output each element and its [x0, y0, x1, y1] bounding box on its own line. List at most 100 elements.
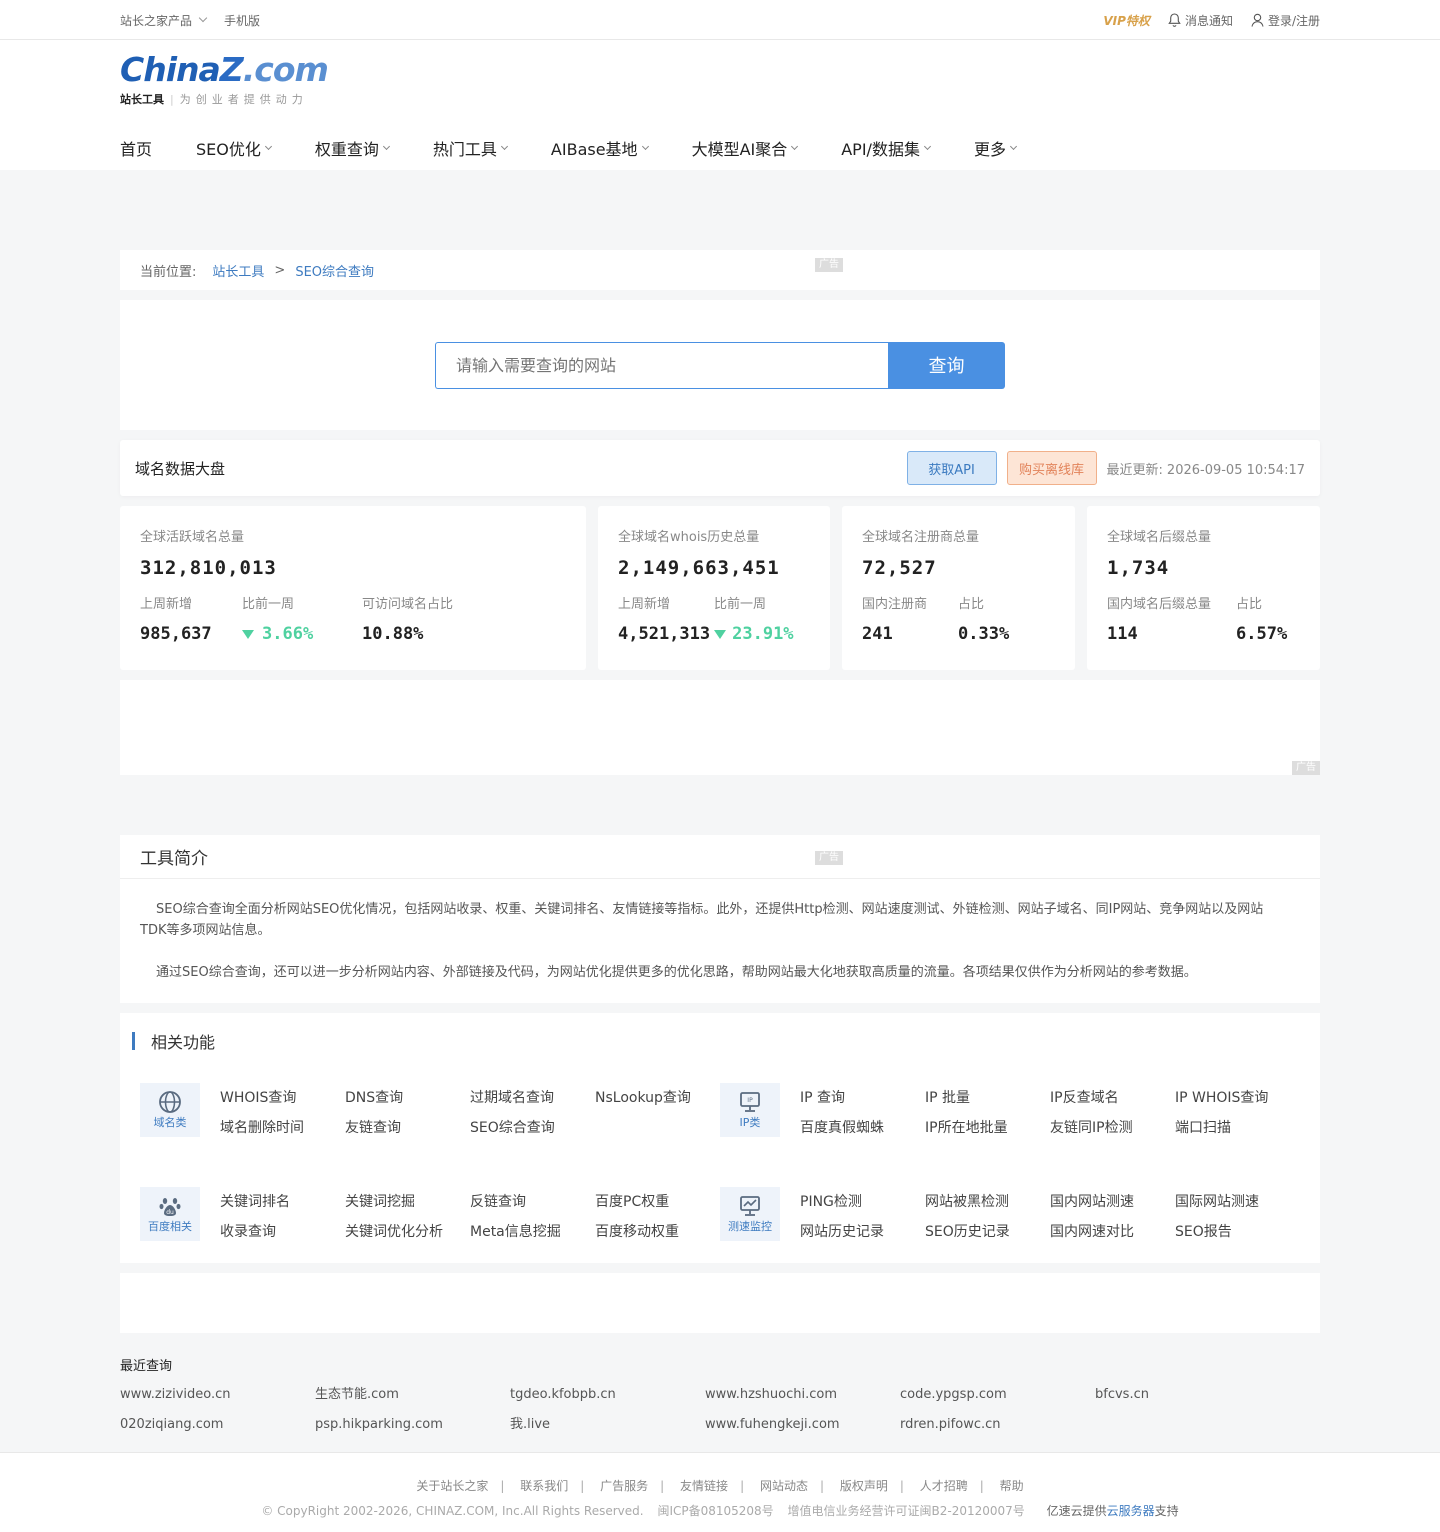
notify-label: 消息通知: [1184, 13, 1233, 28]
ad-banner[interactable]: 广告: [120, 680, 1320, 775]
related-link[interactable]: 百度移动权重: [595, 1217, 720, 1247]
related-link[interactable]: 友链查询: [345, 1113, 470, 1143]
related-link[interactable]: 百度PC权重: [595, 1187, 720, 1217]
chevron-down-icon: [791, 142, 799, 150]
baidu-category-icon[interactable]: du 百度相关: [140, 1187, 200, 1241]
footer-link[interactable]: 人才招聘: [920, 1479, 968, 1493]
related-link[interactable]: [595, 1113, 720, 1143]
login-link[interactable]: 登录/注册: [1251, 12, 1320, 29]
related-link[interactable]: 关键词优化分析: [345, 1217, 470, 1247]
related-link[interactable]: IP 查询: [800, 1083, 925, 1113]
footer-link[interactable]: 网站动态: [760, 1479, 808, 1493]
related-link[interactable]: IP所在地批量: [925, 1113, 1050, 1143]
footer-link[interactable]: 友情链接: [680, 1479, 728, 1493]
notify-link[interactable]: 消息通知: [1168, 12, 1233, 29]
vip-link[interactable]: VIP特权: [1103, 12, 1150, 29]
footer-link[interactable]: 版权声明: [840, 1479, 888, 1493]
nav-item-api[interactable]: API/数据集: [841, 136, 931, 160]
ad-tag: 广告: [1292, 761, 1320, 775]
nav-item-weight[interactable]: 权重查询: [315, 136, 390, 160]
stat-total: 312,810,013: [140, 557, 277, 579]
footer-link[interactable]: 帮助: [1000, 1479, 1024, 1493]
stat-week-change: 23.91%: [714, 624, 794, 644]
related-link[interactable]: NsLookup查询: [595, 1083, 720, 1113]
svg-text:du: du: [166, 1209, 174, 1216]
breadcrumb-link-seo[interactable]: SEO综合查询: [295, 261, 374, 280]
nav-item-seo[interactable]: SEO优化: [196, 136, 272, 160]
related-link[interactable]: 友链同IP检测: [1050, 1113, 1175, 1143]
footer-copyright: © CopyRight 2002-2026, CHINAZ.COM, Inc.A…: [0, 1502, 1440, 1519]
related-link[interactable]: WHOIS查询: [220, 1083, 345, 1113]
related-link[interactable]: IP反查域名: [1050, 1083, 1175, 1113]
footer-link[interactable]: 广告服务: [600, 1479, 648, 1493]
icp-number: 闽ICP备08105208号: [657, 1504, 774, 1518]
stat-sub-values: 4,521,313 23.91%: [618, 624, 810, 644]
products-menu[interactable]: 站长之家产品: [120, 12, 208, 29]
stat-sub-values: 114 6.57%: [1107, 624, 1300, 644]
related-link[interactable]: 网站被黑检测: [925, 1187, 1050, 1217]
related-link[interactable]: SEO历史记录: [925, 1217, 1050, 1247]
recent-item[interactable]: www.hzshuochi.com: [705, 1380, 900, 1410]
ad-space: [0, 170, 1440, 250]
related-link[interactable]: PING检测: [800, 1187, 925, 1217]
stat-total: 1,734: [1107, 557, 1170, 579]
related-link[interactable]: Meta信息挖掘: [470, 1217, 595, 1247]
recent-item[interactable]: psp.hikparking.com: [315, 1410, 510, 1440]
search-button[interactable]: 查询: [888, 341, 1005, 389]
nav-item-more[interactable]: 更多: [974, 136, 1018, 160]
footer-link[interactable]: 关于站长之家: [416, 1479, 488, 1493]
search-input[interactable]: [435, 341, 888, 389]
recent-item[interactable]: 生态节能.com: [315, 1380, 510, 1410]
site-logo[interactable]: ChinaZ.com 站长工具 | 为创业者提供动力: [120, 50, 329, 107]
related-link[interactable]: 域名删除时间: [220, 1113, 345, 1143]
stat-ratio: 0.33%: [958, 624, 1010, 644]
related-link[interactable]: 过期域名查询: [470, 1083, 595, 1113]
related-link[interactable]: IP 批量: [925, 1083, 1050, 1113]
nav-item-aibase[interactable]: AIBase基地: [551, 136, 649, 160]
nav-item-home[interactable]: 首页: [120, 136, 152, 160]
get-api-button[interactable]: 获取API: [906, 451, 997, 485]
ip-category-icon[interactable]: IP IP类: [720, 1083, 780, 1137]
related-group-baidu: du 百度相关 关键词排名 关键词挖掘 反链查询 百度PC权重 收录查询 关键词…: [140, 1187, 720, 1247]
related-link[interactable]: 网站历史记录: [800, 1217, 925, 1247]
tool-intro: 工具简介 广告 SEO综合查询全面分析网站SEO优化情况，包括网站收录、权重、关…: [120, 835, 1320, 1003]
mobile-link[interactable]: 手机版: [224, 12, 260, 29]
nav-item-hot-tools[interactable]: 热门工具: [433, 136, 508, 160]
recent-item[interactable]: bfcvs.cn: [1095, 1380, 1290, 1410]
breadcrumb-link-tools[interactable]: 站长工具: [212, 261, 264, 280]
related-links: IP 查询 IP 批量 IP反查域名 IP WHOIS查询 百度真假蜘蛛 IP所…: [800, 1083, 1300, 1143]
related-link[interactable]: SEO综合查询: [470, 1113, 595, 1143]
related-link[interactable]: DNS查询: [345, 1083, 470, 1113]
nav-item-llm[interactable]: 大模型AI聚合: [692, 136, 799, 160]
recent-item[interactable]: rdren.pifowc.cn: [900, 1410, 1095, 1440]
domain-category-icon[interactable]: 域名类: [140, 1083, 200, 1137]
cloud-server-link[interactable]: 云服务器: [1107, 1504, 1155, 1518]
related-link[interactable]: SEO报告: [1175, 1217, 1300, 1247]
related-link[interactable]: 国内网速对比: [1050, 1217, 1175, 1247]
recent-item[interactable]: www.zizivideo.cn: [120, 1380, 315, 1410]
related-link[interactable]: 关键词排名: [220, 1187, 345, 1217]
svg-text:IP: IP: [747, 1097, 753, 1104]
related-link[interactable]: IP WHOIS查询: [1175, 1083, 1300, 1113]
related-link[interactable]: 收录查询: [220, 1217, 345, 1247]
domain-data-title: 域名数据大盘: [135, 459, 226, 478]
related-link[interactable]: 端口扫描: [1175, 1113, 1300, 1143]
buy-offline-db-button[interactable]: 购买离线库: [1006, 451, 1097, 485]
related-link[interactable]: 国内网站测速: [1050, 1187, 1175, 1217]
recent-item[interactable]: tgdeo.kfobpb.cn: [510, 1380, 705, 1410]
related-link[interactable]: 国际网站测速: [1175, 1187, 1300, 1217]
recent-item[interactable]: 我.live: [510, 1410, 705, 1440]
recent-item[interactable]: 020ziqiang.com: [120, 1410, 315, 1440]
related-link[interactable]: 反链查询: [470, 1187, 595, 1217]
footer-link[interactable]: 联系我们: [520, 1479, 568, 1493]
stat-accessible-ratio: 10.88%: [362, 624, 424, 644]
related-title: 相关功能: [132, 1013, 1300, 1069]
recent-item[interactable]: www.fuhengkeji.com: [705, 1410, 900, 1440]
stat-domestic-suffixes: 114: [1107, 624, 1138, 644]
title-accent-bar: [132, 1032, 135, 1050]
chevron-down-icon: [923, 142, 931, 150]
related-link[interactable]: 关键词挖掘: [345, 1187, 470, 1217]
recent-item[interactable]: code.ypgsp.com: [900, 1380, 1095, 1410]
speed-category-icon[interactable]: 测速监控: [720, 1187, 780, 1241]
related-link[interactable]: 百度真假蜘蛛: [800, 1113, 925, 1143]
